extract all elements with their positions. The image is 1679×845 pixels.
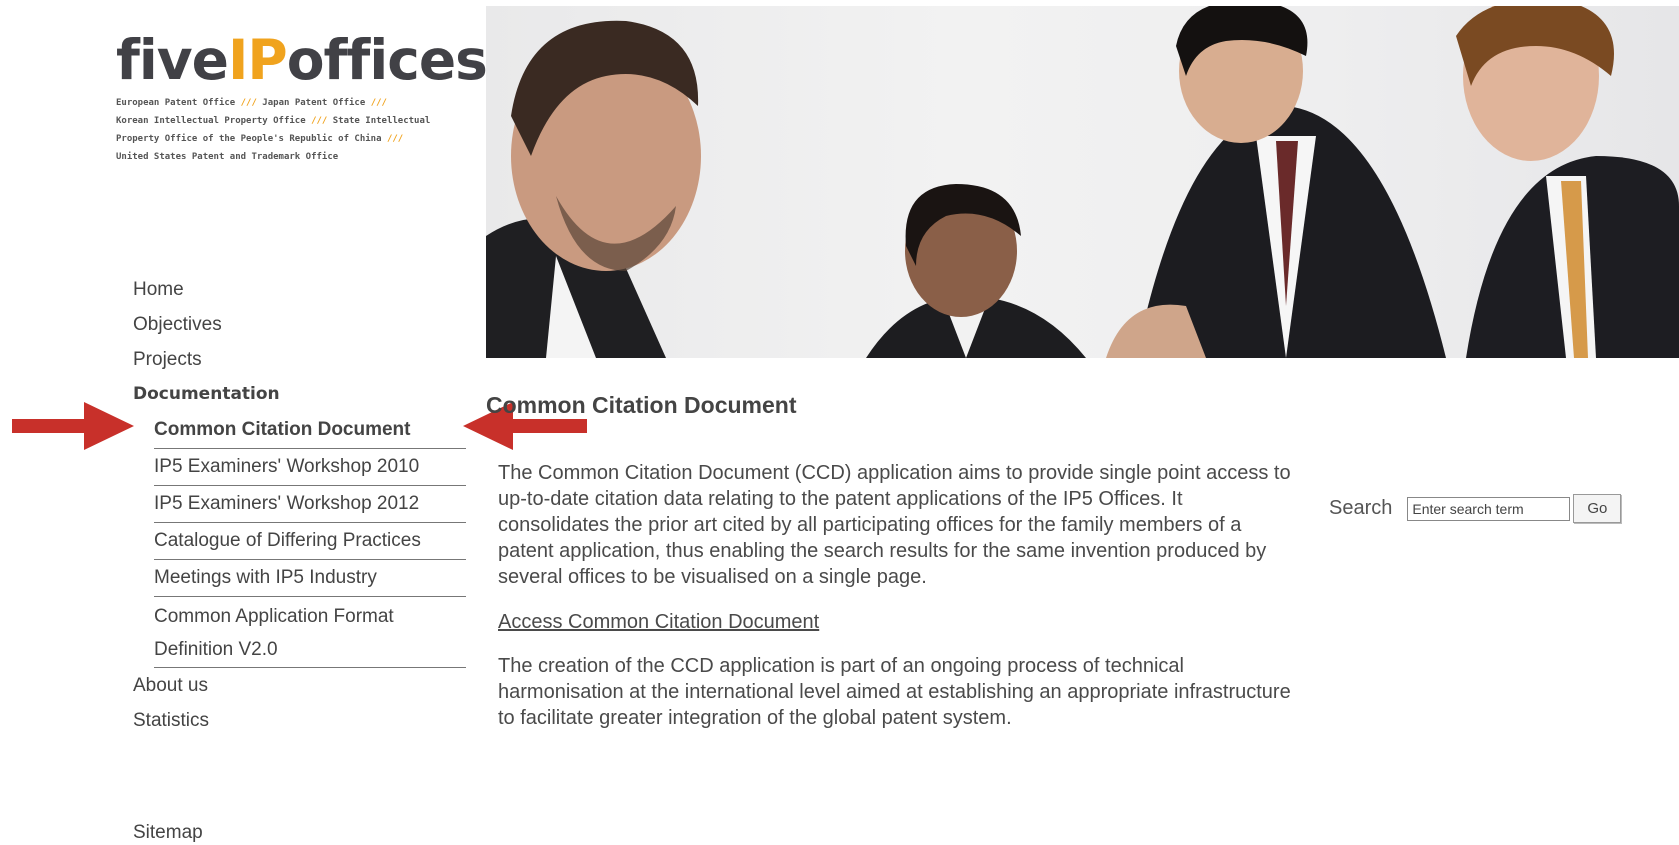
logo-wordmark: fiveIPoffices: [116, 28, 488, 92]
page-title: Common Citation Document: [486, 392, 797, 418]
tagline-separator: ///: [311, 116, 328, 126]
tagline-separator: ///: [240, 98, 257, 108]
subnav-item-catalogue-differing-practices[interactable]: Catalogue of Differing Practices: [154, 523, 466, 560]
nav-item-objectives[interactable]: Objectives: [133, 307, 463, 342]
tagline-text: Korean Intellectual Property Office: [116, 116, 312, 126]
nav-item-projects[interactable]: Projects: [133, 342, 463, 377]
tagline-text: United States Patent and Trademark Offic…: [116, 152, 339, 162]
tagline-line: Property Office of the People's Republic…: [116, 130, 461, 148]
tagline-line: European Patent Office /// Japan Patent …: [116, 94, 461, 112]
access-ccd-link[interactable]: Access Common Citation Document: [498, 611, 1298, 634]
tagline-separator: ///: [370, 98, 387, 108]
tagline-separator: ///: [386, 134, 404, 144]
subnav-item-meetings-ip5-industry[interactable]: Meetings with IP5 Industry: [154, 560, 466, 597]
main-content: The Common Citation Document (CCD) appli…: [498, 460, 1298, 731]
search-box: Search Go: [1329, 494, 1622, 523]
hero-people-illustration: [486, 6, 1679, 358]
search-go-button[interactable]: Go: [1573, 494, 1622, 523]
nav-lower-group: About us Statistics: [133, 668, 463, 738]
documentation-submenu: Common Citation Document IP5 Examiners' …: [154, 412, 466, 668]
logo-word-five: five: [116, 28, 229, 92]
search-label: Search: [1329, 497, 1393, 519]
main-navigation: Home Objectives Projects Documentation C…: [133, 272, 466, 738]
tagline-text: European Patent Office: [116, 98, 241, 108]
logo-word-ip: IP: [227, 28, 288, 92]
intro-paragraph: The Common Citation Document (CCD) appli…: [498, 462, 1291, 588]
sitemap-link[interactable]: Sitemap: [133, 822, 203, 844]
nav-item-documentation[interactable]: Documentation: [133, 377, 463, 412]
search-input[interactable]: [1407, 496, 1571, 521]
tagline-text: Japan Patent Office: [256, 98, 371, 108]
tagline-line: United States Patent and Trademark Offic…: [116, 148, 461, 166]
logo-word-offices: offices: [286, 28, 488, 92]
nav-item-about-us[interactable]: About us: [133, 668, 463, 703]
arrow-right-icon: [12, 402, 134, 450]
tagline-text: State Intellectual: [327, 116, 431, 126]
subnav-item-common-citation-document[interactable]: Common Citation Document: [154, 412, 466, 449]
logo-tagline: European Patent Office /// Japan Patent …: [116, 94, 461, 166]
subnav-item-common-application-format[interactable]: Common Application Format Definition V2.…: [154, 597, 466, 668]
subnav-item-examiners-workshop-2012[interactable]: IP5 Examiners' Workshop 2012: [154, 486, 466, 523]
nav-item-home[interactable]: Home: [133, 272, 463, 307]
tagline-text: Property Office of the People's Republic…: [116, 134, 387, 144]
site-logo[interactable]: fiveIPoffices European Patent Office ///…: [116, 28, 488, 166]
subnav-item-examiners-workshop-2010[interactable]: IP5 Examiners' Workshop 2010: [154, 449, 466, 486]
hero-image: [486, 6, 1679, 358]
harmonisation-paragraph: The creation of the CCD application is p…: [498, 655, 1291, 729]
nav-item-statistics[interactable]: Statistics: [133, 703, 463, 738]
tagline-line: Korean Intellectual Property Office /// …: [116, 112, 461, 130]
